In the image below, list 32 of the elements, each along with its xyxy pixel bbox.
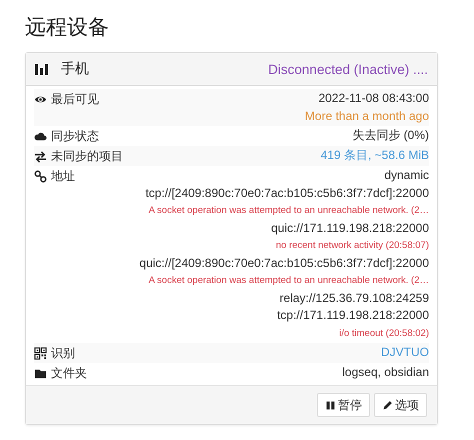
- page-title: 远程设备: [25, 15, 110, 41]
- error-message: no recent network activity (20:58:07): [276, 239, 429, 253]
- pause-icon: [325, 400, 336, 410]
- field-value: quic://[2409:890c:70e0:7ac:b105:c5b6:3f7:7dcf]:22000: [139, 254, 429, 272]
- pause-button[interactable]: 暂停: [317, 393, 370, 417]
- field-label: 地址: [51, 168, 75, 184]
- options-button[interactable]: 选项: [374, 393, 427, 417]
- signal-bars-icon: [35, 63, 49, 75]
- field-value: tcp://171.119.198.218:22000: [277, 307, 429, 324]
- field-value: 2022-11-08 08:43:00: [318, 90, 429, 107]
- device-name: 手机: [61, 60, 89, 78]
- pencil-icon: [382, 400, 393, 410]
- field-value: dynamic: [384, 167, 429, 184]
- connection-status: Disconnected (Inactive) ....: [268, 62, 428, 76]
- error-message: i/o timeout (20:58:02): [339, 326, 429, 340]
- field-label: 未同步的项目: [51, 148, 123, 164]
- error-message: A socket operation was attempted to an unreachable network. (2…: [148, 274, 429, 288]
- field-label: 识别: [51, 344, 75, 362]
- field-value: relay://125.36.79.108:24259: [280, 290, 429, 306]
- field-value: tcp://[2409:890c:70e0:7ac:b105:c5b6:3f7:7dcf]:22000: [145, 184, 429, 202]
- field-value: More than a month ago: [304, 108, 429, 124]
- field-value: 失去同步 (0%): [352, 127, 429, 144]
- chain-link-icon: [34, 170, 47, 182]
- field-label: 文件夹: [51, 364, 87, 382]
- field-label: 最后可见: [51, 90, 99, 108]
- exchange-arrows-icon: [34, 150, 47, 162]
- field-label: 同步状态: [51, 128, 99, 144]
- field-value: logseq, obsidian: [342, 364, 429, 381]
- error-message: A socket operation was attempted to an unreachable network. (2…: [148, 204, 429, 218]
- qr-code-icon: [34, 346, 47, 360]
- field-value: quic://171.119.198.218:22000: [271, 220, 429, 236]
- panel-header[interactable]: 手机 Disconnected (Inactive) ....: [26, 53, 437, 86]
